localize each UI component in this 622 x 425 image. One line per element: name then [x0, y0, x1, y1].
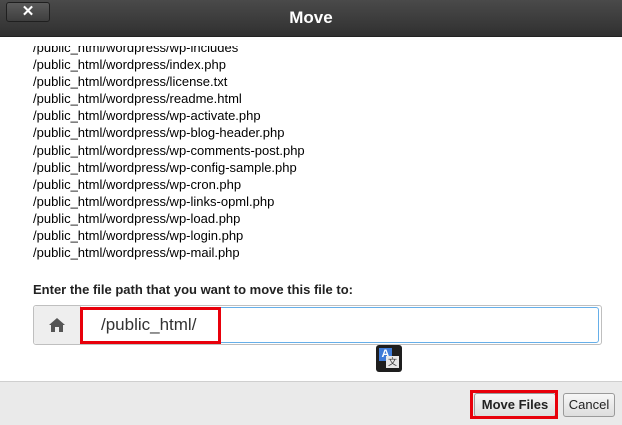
- file-list-item: /public_html/wordpress/index.php: [33, 57, 226, 73]
- destination-prompt: Enter the file path that you want to mov…: [33, 282, 353, 297]
- destination-path-group: [33, 305, 602, 345]
- file-list-item: /public_html/wordpress/wp-includes: [33, 46, 239, 55]
- file-list-item: /public_html/wordpress/wp-cron.php: [33, 176, 242, 192]
- file-list-item: /public_html/wordpress/readme.html: [33, 91, 242, 107]
- dialog-title: Move: [289, 8, 333, 27]
- home-icon: [49, 318, 65, 332]
- file-list-item: /public_html/wordpress/wp-config-sample.…: [33, 159, 297, 175]
- file-list-item: /public_html/wordpress/wp-links-opml.php: [33, 193, 275, 209]
- file-list-item: /public_html/wordpress/wp-login.php: [33, 228, 244, 244]
- file-list-item: /public_html/wordpress/wp-blog-header.ph…: [33, 125, 285, 141]
- move-files-button[interactable]: Move Files: [474, 393, 556, 417]
- dialog-titlebar: ✕ Move: [0, 0, 622, 37]
- home-addon: [34, 306, 81, 344]
- file-list-item: /public_html/wordpress/license.txt: [33, 74, 228, 90]
- cancel-button[interactable]: Cancel: [563, 393, 615, 417]
- file-list-items: /public_html/wordpress/wp-includes/publi…: [33, 46, 305, 261]
- file-list[interactable]: /public_html/wordpress/wp-includes/publi…: [0, 46, 622, 262]
- file-list-item: /public_html/wordpress/wp-mail.php: [33, 245, 240, 261]
- file-list-item: /public_html/wordpress/wp-comments-post.…: [33, 142, 305, 158]
- translate-icon[interactable]: A 文: [376, 345, 402, 372]
- file-list-item: /public_html/wordpress/wp-activate.php: [33, 108, 261, 124]
- translate-icon-b: 文: [386, 356, 399, 368]
- destination-path-input[interactable]: [81, 307, 599, 343]
- file-list-item: /public_html/wordpress/wp-load.php: [33, 210, 241, 226]
